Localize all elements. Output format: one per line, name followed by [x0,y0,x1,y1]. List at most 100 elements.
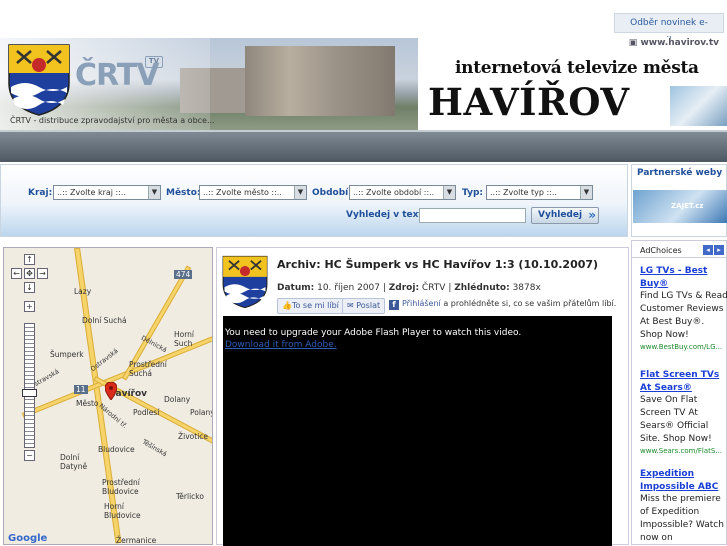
tv-title: internetová televize města [455,58,699,78]
map-panel[interactable]: Lazy Dolní Suchá Horní Such Šumperk Pros… [3,247,213,545]
divider [632,257,727,258]
video-panel: Archiv: HC Šumperk vs HC Havířov 1:3 (10… [216,247,629,546]
mesto-label: Město: [166,188,201,198]
obdobi-label: Období: [312,188,352,198]
zoom-slider[interactable] [24,323,35,448]
ad-item[interactable]: LG TVs - Best Buy® Find LG TVs & Read Cu… [640,265,727,353]
partner-banner-text: ZAJET.cz [671,202,704,210]
ad-url[interactable]: www.Sears.com/FlatS... [640,446,727,457]
mesto-select[interactable]: ..:: Zvolte město ::.. ▼ [199,185,307,200]
map-place: Lazy [74,287,92,296]
nav-bar [0,130,727,162]
banner-title-area: ▣ www.havirov.tv internetová televize mě… [418,38,727,130]
ad-item[interactable]: Flat Screen TVs At Sears® Save On Flat S… [640,369,727,457]
partner-banner[interactable]: ZAJET.cz [633,190,727,223]
banner-thumbnail [670,86,727,126]
like-button[interactable]: 👍To se mi líbí [277,298,344,314]
partners-box: Partnerské weby ZAJET.cz [631,164,727,237]
video-player[interactable]: You need to upgrade your Adobe Flash Pla… [223,316,612,546]
road-name: Těšínská [140,437,169,459]
tv-icon: TV [145,56,163,68]
map-place: Těrlicko [176,492,204,501]
dropdown-arrow-icon: ▼ [294,186,306,199]
mesto-value: ..:: Zvolte město ::.. [203,188,282,197]
dropdown-arrow-icon: ▼ [580,186,592,199]
zoom-in-icon[interactable]: + [24,301,35,312]
adchoices-icon[interactable]: ▸ [714,245,724,255]
obdobi-value: ..:: Zvolte období ::.. [353,188,435,197]
zdroj-value: ČRTV [421,283,446,293]
typ-value: ..:: Zvolte typ ::.. [490,188,557,197]
dropdown-arrow-icon: ▼ [148,186,160,199]
zoom-slider-handle[interactable] [22,389,37,397]
ad-text: Miss the premiere of Expedition Impossib… [640,494,724,543]
ad-title[interactable]: Expedition Impossible ABC [640,468,727,493]
pan-down-icon[interactable]: ↓ [24,282,35,293]
adchoices-icon[interactable]: ◂ [703,245,713,255]
zoom-out-icon[interactable]: − [24,450,35,461]
ad-title[interactable]: LG TVs - Best Buy® [640,265,727,290]
ad-text: Find LG TVs & Read Customer Reviews At B… [640,291,727,340]
building-image [245,46,395,116]
map-place: Dolní Datyně [60,453,88,471]
search-button-label: Vyhledej [538,210,583,220]
monitor-icon: ▣ [628,38,641,48]
pan-right-icon[interactable]: → [37,268,48,279]
map-place: Podlesí [133,408,160,417]
site-url-text: www.havirov.tv [640,38,719,48]
map-marker-icon[interactable] [105,382,117,400]
kraj-value: ..:: Zvolte kraj ::.. [57,188,127,197]
facebook-login-prompt: f Přihlášení a prohlédněte si, co se vaši… [389,299,616,310]
facebook-icon: f [389,300,399,310]
map-place: Prostřední Bludovice [102,478,140,496]
road-number: 11 [74,385,88,394]
partners-title: Partnerské weby [637,168,723,178]
text-search-input[interactable] [419,208,526,223]
datum-value: 10. říjen 2007 [317,283,380,293]
adchoices-icons: ◂ ▸ [703,245,725,255]
newsletter-link[interactable]: Odběr novinek e-mailem [614,13,724,46]
top-strip: Odběr novinek e-mailem [0,0,727,46]
map-place: Město [76,399,99,408]
send-label: Poslat [356,301,381,310]
obdobi-select[interactable]: ..:: Zvolte období ::.. ▼ [349,185,456,200]
site-url: ▣ www.havirov.tv [629,38,719,48]
map-place: Polany [190,408,213,417]
video-title: Archiv: HC Šumperk vs HC Havířov 1:3 (10… [277,258,599,271]
chevron-right-icon: » [588,208,596,222]
header-banner: ČRTV TV ČRTV - distribuce zpravodajství … [0,38,727,130]
map-place: Šumperk [50,350,84,359]
kraj-select[interactable]: ..:: Zvolte kraj ::.. ▼ [53,185,161,200]
road-number: 474 [174,270,193,279]
city-title: HAVÍŘOV [428,80,630,124]
video-meta: Datum: 10. říjen 2007 | Zdroj: ČRTV | Zh… [277,283,541,293]
coat-of-arms-icon [8,44,70,116]
typ-label: Typ: [462,188,483,198]
google-logo: Google [8,533,48,544]
ads-sidebar: AdChoices ◂ ▸ LG TVs - Best Buy® Find LG … [631,240,727,545]
adchoices-label[interactable]: AdChoices [640,246,682,255]
facebook-login-link[interactable]: Přihlášení [402,299,441,308]
map-place: Prostřední Suchá [129,360,167,378]
dropdown-arrow-icon: ▼ [443,186,455,199]
typ-select[interactable]: ..:: Zvolte typ ::.. ▼ [486,185,593,200]
like-label: To se mi líbí [291,301,339,310]
search-button[interactable]: Vyhledej » [531,207,599,224]
facebook-prompt-text: a prohlédněte si, co se vašim přátelům l… [443,299,617,308]
ad-url[interactable]: www.BestBuy.com/LG... [640,342,727,353]
map-place: Žermanice [116,536,157,545]
map-controls: ↑ ← ✥ → ↓ + − [10,254,50,464]
ad-title[interactable]: Flat Screen TVs At Sears® [640,369,727,394]
pan-up-icon[interactable]: ↑ [24,254,35,265]
map-place: Dolany [164,395,191,404]
send-button[interactable]: ✉ Poslat [342,298,386,314]
zhlednuto-value: 3878x [512,283,541,293]
map-place: Dolní Suchá [82,316,127,325]
kraj-label: Kraj: [28,188,53,198]
ad-item[interactable]: Expedition Impossible ABC Miss the premi… [640,468,727,545]
thumbs-up-icon: 👍 [282,301,292,310]
pan-center-icon[interactable]: ✥ [24,268,35,279]
pan-left-icon[interactable]: ← [11,268,22,279]
map-place: Horní Such [174,330,195,348]
adobe-download-link[interactable]: Download it from Adobe. [225,340,337,350]
